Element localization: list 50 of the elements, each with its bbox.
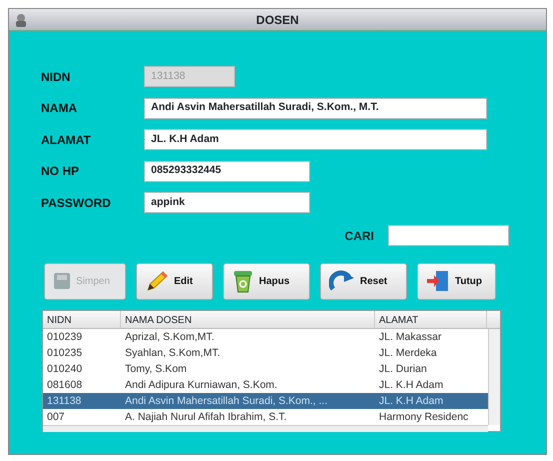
table-cell-text: 010239: [46, 330, 84, 344]
table-cell-text: 131138: [46, 394, 82, 408]
field-label: ALAMAT: [41, 132, 92, 149]
column-header[interactable]: NIDN: [43, 310, 121, 328]
recycle-bin-icon: [232, 269, 254, 293]
table-row[interactable]: 010235 Syahlan, S.Kom,MT. JL. Merdeka: [43, 344, 488, 360]
table-cell-text: 010235: [46, 346, 84, 360]
input-field[interactable]: JL. K.H Adam: [144, 129, 487, 150]
table-cell-text: 081608: [46, 378, 84, 392]
field-label: NAMA: [41, 100, 78, 118]
table-row[interactable]: 010240 Tomy, S.Kom JL. Durian: [43, 360, 488, 376]
input-field[interactable]: appink: [144, 192, 310, 214]
field-label: PASSWORD: [41, 194, 112, 212]
table-row[interactable]: 007 A. Najiah Nurul Afifah Ibrahim, S.T. Harmony Residenc: [43, 408, 488, 424]
table-cell-text: Harmony Residenc: [378, 410, 470, 424]
table-cell-text: Andi Adipura Kurniawan, S.Kom.: [124, 378, 278, 392]
table-cell-text: Syahlan, S.Kom,MT.: [124, 346, 222, 360]
search-field[interactable]: [388, 225, 509, 246]
delete-button[interactable]: Hapus: [223, 262, 310, 300]
column-header[interactable]: NAMA DOSEN: [121, 310, 375, 328]
table-cell-text: JL. Merdeka: [378, 346, 438, 360]
table-row[interactable]: 131138 Andi Asvin Mahersatillah Suradi, S.Kom., ... JL. K.H Adam: [43, 392, 488, 408]
redo-arrow-icon: [329, 269, 355, 293]
field-label: NIDN: [41, 68, 72, 86]
input-field[interactable]: Andi Asvin Mahersatillah Suradi, S.Kom., M.T.: [144, 98, 487, 119]
table-row[interactable]: 010239 Aprizal, S.Kom,MT. JL. Makassar: [43, 328, 488, 344]
table-row[interactable]: 081608 Andi Adipura Kurniawan, S.Kom. JL. K.H Adam: [43, 376, 488, 392]
app-icon: [13, 12, 29, 28]
table-cell-text: JL. K.H Adam: [378, 378, 444, 392]
reset-button[interactable]: Reset: [320, 262, 407, 300]
table-cell-text: JL. Durian: [378, 362, 428, 376]
horizontal-scrollbar[interactable]: [43, 424, 488, 432]
table-cell-text: A. Najiah Nurul Afifah Ibrahim, S.T.: [124, 410, 288, 424]
table-cell-text: JL. K.H Adam: [378, 394, 444, 408]
input-field[interactable]: 085293332445: [144, 160, 310, 182]
window-title: DOSEN: [256, 12, 299, 28]
table-cell-text: Tomy, S.Kom: [124, 362, 188, 376]
edit-button[interactable]: Edit: [136, 262, 213, 300]
exit-door-icon: [426, 270, 450, 292]
table-cell-text: Andi Asvin Mahersatillah Suradi, S.Kom., ...: [124, 394, 329, 408]
close-button[interactable]: Tutup: [417, 262, 496, 300]
column-header[interactable]: ALAMAT: [375, 310, 487, 328]
vertical-scrollbar[interactable]: [488, 328, 500, 424]
table-cell-text: Aprizal, S.Kom,MT.: [124, 330, 216, 344]
table-cell-text: JL. Makassar: [378, 330, 442, 344]
search-label: CARI: [344, 228, 374, 244]
pencil-icon: [145, 270, 169, 292]
table-cell-text: 010240: [46, 362, 84, 376]
field-label: NO HP: [41, 163, 80, 180]
table-cell-text: 007: [46, 410, 66, 424]
